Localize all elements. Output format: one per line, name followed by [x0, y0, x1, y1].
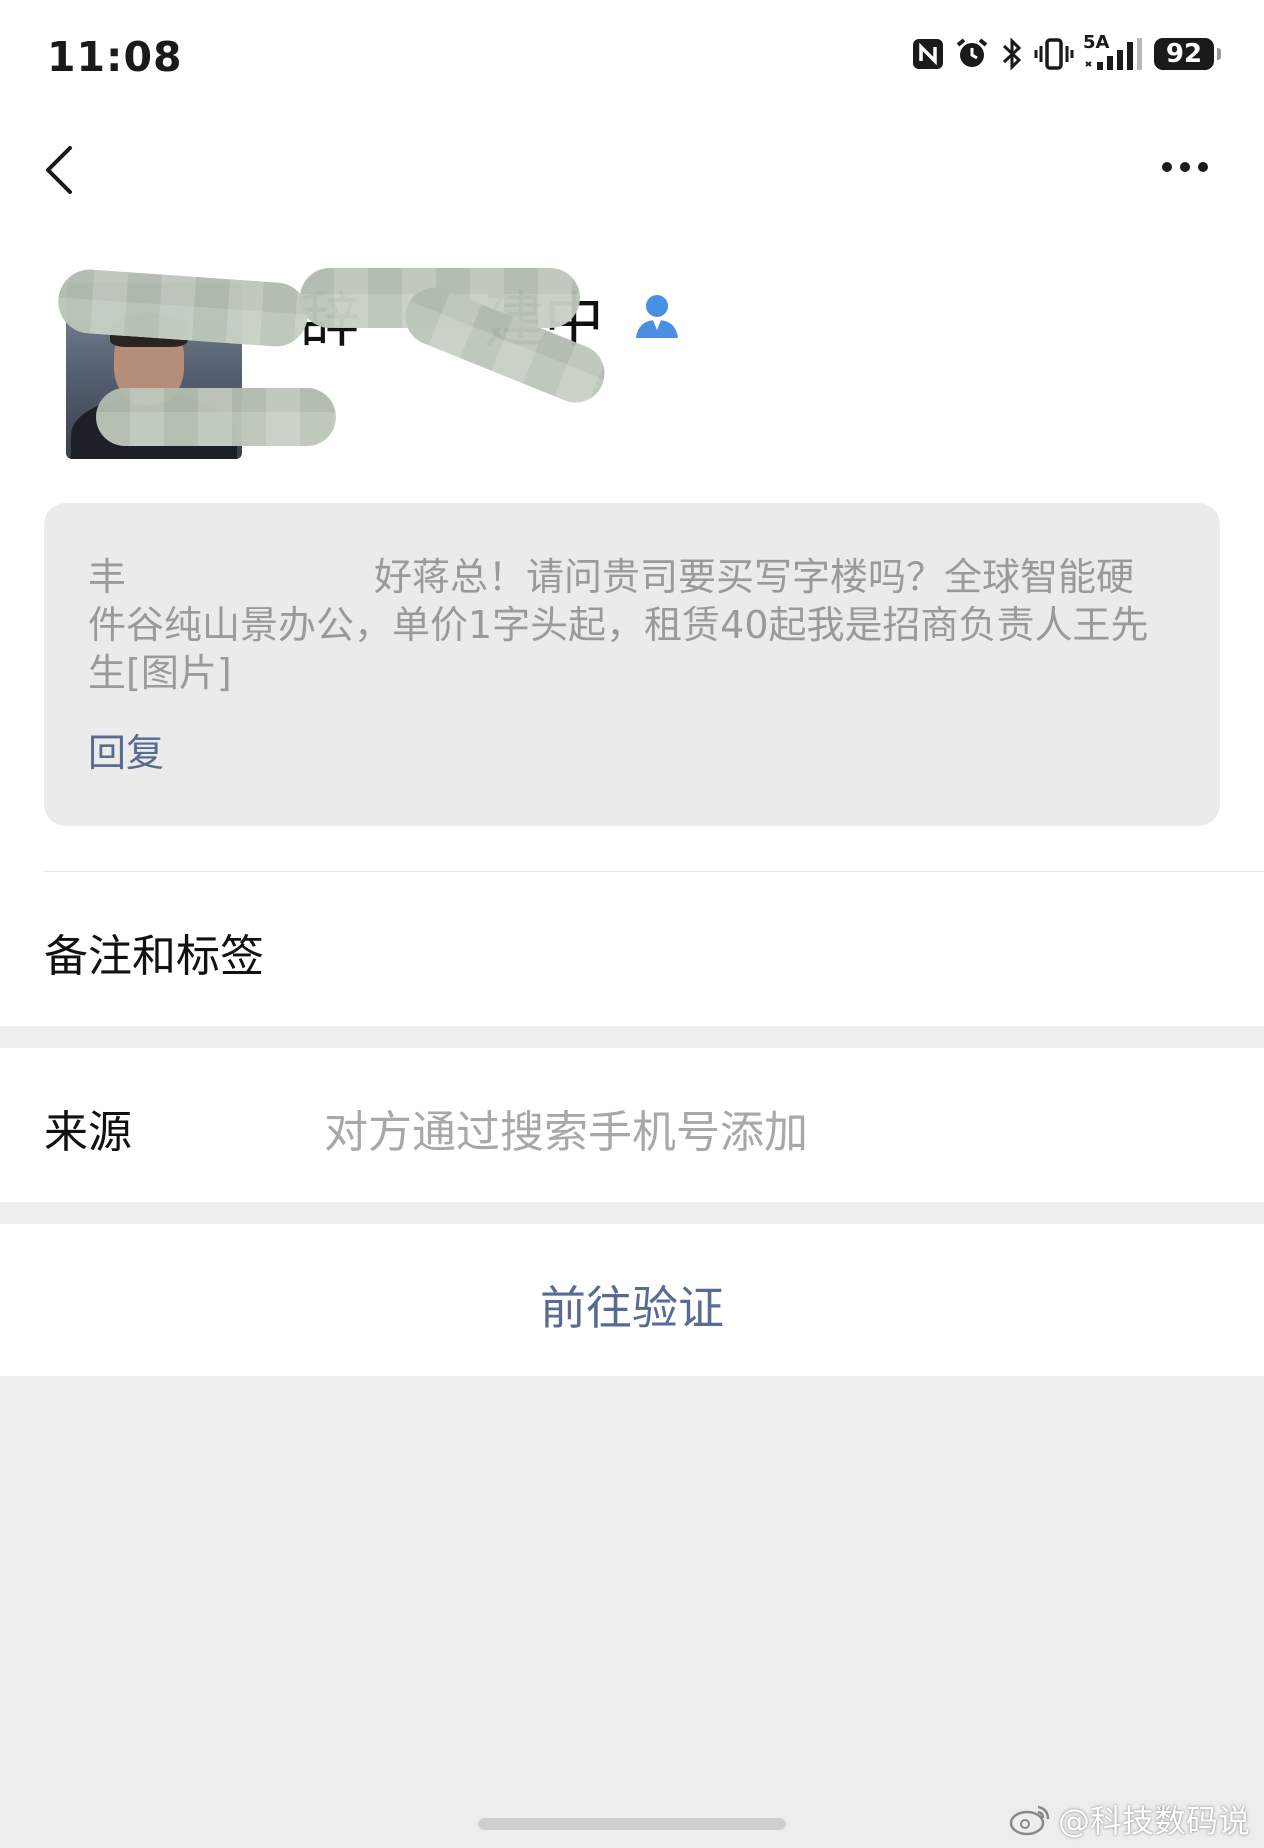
status-bar: 11:08 5A 92	[0, 0, 1264, 110]
person-icon	[636, 295, 678, 338]
greeting-message: 丰好蒋总！请问贵司要买写字楼吗？全球智能硬件谷纯山景办公，单价1字头起，租赁40…	[88, 553, 1168, 697]
alarm-icon	[956, 38, 988, 67]
status-time: 11:08	[47, 33, 183, 81]
watermark-text: @科技数码说	[1057, 1802, 1250, 1840]
source-label: 来源	[44, 1107, 132, 1158]
privacy-blur	[96, 388, 336, 446]
greeting-prefix: 丰	[88, 555, 127, 599]
bluetooth-icon	[1002, 37, 1022, 71]
source-value: 对方通过搜索手机号添加	[324, 1107, 808, 1158]
section-gap	[0, 1026, 1264, 1048]
battery-indicator: 92	[1154, 38, 1221, 70]
watermark: @科技数码说	[1008, 1796, 1250, 1842]
signal-icon	[1085, 38, 1142, 70]
reply-button[interactable]: 回复	[88, 722, 164, 777]
more-button[interactable]	[1160, 152, 1210, 182]
home-indicator[interactable]	[478, 1818, 786, 1830]
signal-indicator: 5A	[1083, 32, 1145, 72]
status-icons: 5A 92	[911, 32, 1221, 72]
back-button[interactable]	[40, 140, 80, 200]
weibo-icon	[1009, 1805, 1050, 1836]
verify-label: 前往验证	[540, 1281, 724, 1335]
nfc-icon	[913, 39, 943, 69]
section-gap	[0, 1202, 1264, 1224]
vibrate-icon	[1034, 38, 1074, 70]
notes-and-tags-label: 备注和标签	[44, 931, 264, 982]
greeting-body: 好蒋总！请问贵司要买写字楼吗？全球智能硬件谷纯山景办公，单价1字头起，租赁40起…	[88, 555, 1149, 695]
